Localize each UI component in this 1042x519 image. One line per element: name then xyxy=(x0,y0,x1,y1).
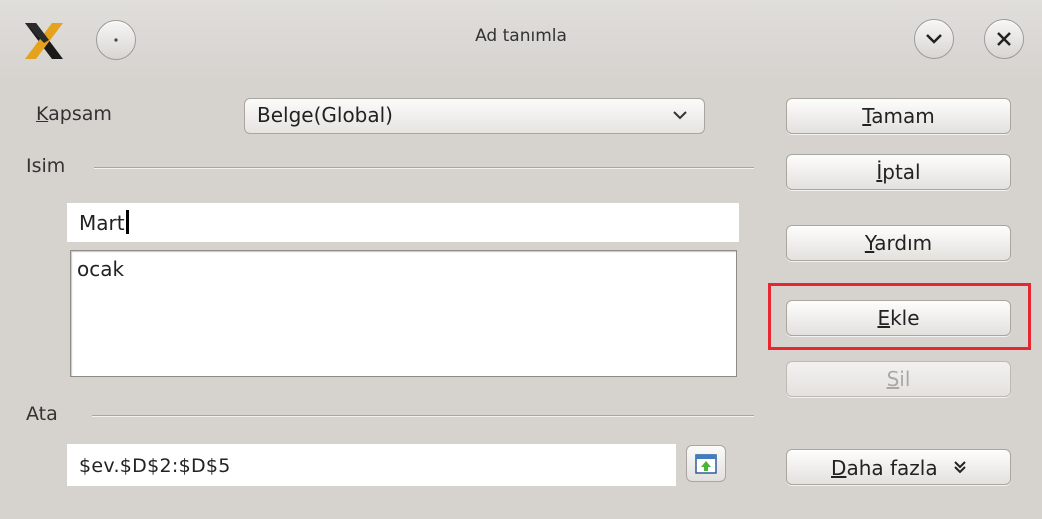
help-button[interactable]: Yardım xyxy=(786,225,1011,261)
scope-dropdown[interactable]: Belge(Global) xyxy=(244,98,705,134)
list-item[interactable]: ocak xyxy=(71,251,736,281)
chevron-down-icon xyxy=(672,105,688,129)
add-button-highlight xyxy=(768,283,1031,350)
assign-section-divider xyxy=(92,415,754,417)
names-list[interactable]: ocak xyxy=(70,250,737,377)
title-bar: Ad tanımla xyxy=(0,0,1042,80)
scope-dropdown-value: Belge(Global) xyxy=(257,103,393,127)
more-options-button[interactable]: Daha fazla xyxy=(786,449,1011,485)
name-input[interactable]: Mart xyxy=(67,203,739,242)
name-section-label: Isim xyxy=(26,155,66,177)
range-reference-input[interactable]: $ev.$D$2:$D$5 xyxy=(67,444,676,486)
close-icon[interactable] xyxy=(984,19,1024,59)
assign-section-label: Ata xyxy=(26,403,58,425)
window-title: Ad tanımla xyxy=(475,26,567,46)
cancel-button[interactable]: İptal xyxy=(786,154,1011,190)
double-chevron-down-icon xyxy=(954,450,966,484)
delete-button[interactable]: Sil xyxy=(786,361,1011,397)
minimize-chevron-icon[interactable] xyxy=(914,19,954,59)
scope-label: Kapsam xyxy=(36,103,112,125)
shrink-dialog-icon xyxy=(695,453,717,474)
name-section-divider xyxy=(94,167,754,169)
ok-button[interactable]: Tamam xyxy=(786,98,1011,134)
text-caret xyxy=(125,210,129,234)
shrink-dialog-button[interactable] xyxy=(686,445,726,482)
